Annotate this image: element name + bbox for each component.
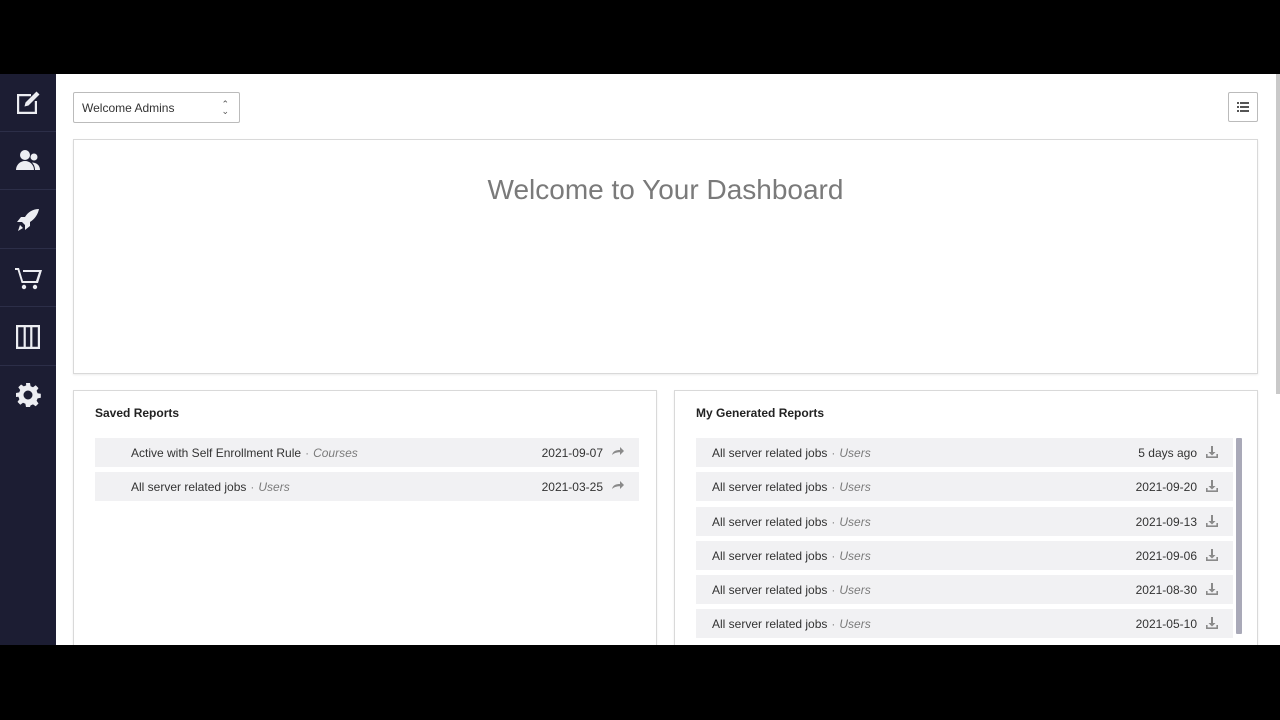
report-type: Users: [839, 515, 871, 529]
report-name: Active with Self Enrollment Rule: [131, 446, 302, 460]
download-icon[interactable]: [1205, 582, 1219, 596]
report-type: Users: [839, 583, 871, 597]
report-date: 2021-03-25: [541, 480, 603, 494]
users-icon: [16, 149, 40, 170]
share-arrow-icon[interactable]: [611, 445, 625, 459]
report-name: All server related jobs: [712, 583, 828, 597]
report-name: All server related jobs: [712, 480, 828, 494]
generated-report-row[interactable]: All server related jobs · Users 2021-09-20: [696, 472, 1233, 501]
sidebar: [0, 74, 56, 645]
dashboard-select-value: Welcome Admins: [82, 100, 175, 115]
app-window: Welcome Admins ⌃ ⌄ Welcome to Your Dashbo…: [0, 74, 1280, 645]
report-separator: ·: [831, 617, 836, 631]
report-separator: ·: [831, 480, 836, 494]
generated-report-row[interactable]: All server related jobs · Users 2021-09-13: [696, 507, 1233, 536]
sidebar-item-columns[interactable]: [0, 308, 56, 366]
report-name: All server related jobs: [131, 480, 247, 494]
generated-reports-panel: My Generated Reports All server related …: [674, 390, 1258, 645]
report-type: Users: [839, 480, 871, 494]
report-type: Users: [839, 446, 871, 460]
report-name: All server related jobs: [712, 549, 828, 563]
download-icon[interactable]: [1205, 479, 1219, 493]
report-type: Users: [839, 617, 871, 631]
welcome-title: Welcome to Your Dashboard: [487, 174, 844, 205]
gear-icon: [16, 383, 41, 407]
report-name: All server related jobs: [712, 446, 828, 460]
report-date: 2021-09-06: [1135, 549, 1197, 563]
report-type: Users: [839, 549, 871, 563]
generated-report-row[interactable]: All server related jobs · Users 2021-09-06: [696, 541, 1233, 570]
generated-reports-scrollbar[interactable]: [1236, 438, 1242, 634]
report-separator: ·: [831, 515, 836, 529]
edit-icon: [17, 91, 40, 114]
generated-reports-title: My Generated Reports: [696, 406, 825, 420]
generated-report-row[interactable]: All server related jobs · Users 5 days ago: [696, 438, 1233, 467]
page-scrollbar[interactable]: [1276, 74, 1280, 394]
report-separator: ·: [305, 446, 310, 460]
report-date: 2021-05-10: [1135, 617, 1197, 631]
select-caret-icon: ⌃ ⌄: [221, 99, 229, 116]
welcome-panel: Welcome to Your Dashboard: [73, 139, 1258, 374]
layout-toggle-button[interactable]: [1228, 92, 1258, 122]
rocket-icon: [17, 208, 39, 231]
main-content: Welcome Admins ⌃ ⌄ Welcome to Your Dashbo…: [56, 74, 1280, 645]
saved-report-row[interactable]: All server related jobs · Users 2021-03-25: [95, 472, 639, 501]
report-name: All server related jobs: [712, 515, 828, 529]
report-type: Users: [258, 480, 290, 494]
cart-icon: [15, 267, 42, 289]
sidebar-item-rocket[interactable]: [0, 191, 56, 249]
sidebar-item-settings[interactable]: [0, 366, 56, 424]
share-arrow-icon[interactable]: [611, 479, 625, 493]
sidebar-item-users[interactable]: [0, 132, 56, 190]
download-icon[interactable]: [1205, 616, 1219, 630]
generated-report-row[interactable]: All server related jobs · Users 2021-05-10: [696, 609, 1233, 638]
saved-report-row[interactable]: Active with Self Enrollment Rule · Courses…: [95, 438, 639, 467]
report-date: 2021-09-07: [541, 446, 603, 460]
report-date: 2021-09-20: [1135, 480, 1197, 494]
report-type: Courses: [313, 446, 358, 460]
sidebar-item-edit[interactable]: [0, 74, 56, 132]
saved-reports-panel: Saved Reports Active with Self Enrollmen…: [73, 390, 657, 645]
list-icon: [1237, 102, 1249, 112]
columns-icon: [16, 324, 40, 349]
download-icon[interactable]: [1205, 445, 1219, 459]
download-icon[interactable]: [1205, 514, 1219, 528]
report-separator: ·: [831, 583, 836, 597]
generated-report-row[interactable]: All server related jobs · Users 2021-08-30: [696, 575, 1233, 604]
download-icon[interactable]: [1205, 548, 1219, 562]
sidebar-item-cart[interactable]: [0, 249, 56, 307]
saved-reports-title: Saved Reports: [95, 406, 180, 420]
dashboard-select[interactable]: Welcome Admins ⌃ ⌄: [73, 92, 240, 123]
report-separator: ·: [250, 480, 255, 494]
report-name: All server related jobs: [712, 617, 828, 631]
report-date: 2021-08-30: [1135, 583, 1197, 597]
report-date: 5 days ago: [1138, 446, 1197, 460]
report-separator: ·: [831, 446, 836, 460]
report-date: 2021-09-13: [1135, 515, 1197, 529]
report-separator: ·: [831, 549, 836, 563]
